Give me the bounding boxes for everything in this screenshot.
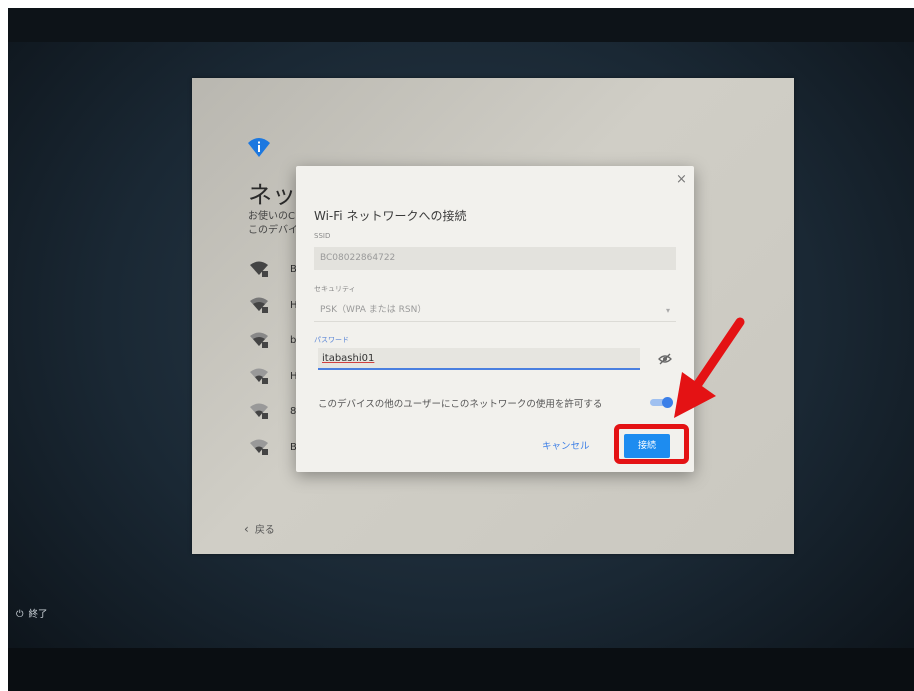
chevron-down-icon: ▾	[665, 306, 670, 315]
wifi-info-icon	[248, 138, 270, 157]
share-network-label: このデバイスの他のユーザーにこのネットワークの使用を許可する	[318, 399, 603, 410]
wifi-lock-icon	[250, 368, 268, 384]
power-icon: ⏻	[16, 609, 24, 620]
description-line-1: お使いのC	[248, 211, 295, 222]
password-label: パスワード	[314, 336, 349, 344]
highlight-box	[614, 424, 689, 464]
eye-off-icon[interactable]	[658, 352, 672, 366]
ssid-label: SSID	[314, 232, 331, 240]
wifi-lock-icon	[250, 403, 268, 419]
security-select: PSK（WPA または RSN） ▾	[314, 299, 676, 322]
security-label: セキュリティ	[314, 285, 356, 293]
chevron-left-icon: ‹	[244, 522, 249, 536]
page-description: お使いのC このデバイ	[248, 210, 298, 238]
dialog-title: Wi-Fi ネットワークへの接続	[314, 209, 467, 223]
ssid-field: BC08022864722	[314, 247, 676, 270]
share-network-toggle[interactable]	[650, 397, 674, 408]
page-title: ネッ	[248, 181, 296, 209]
password-input[interactable]	[318, 348, 640, 370]
wifi-lock-icon	[250, 261, 268, 277]
wifi-lock-icon	[250, 297, 268, 313]
description-line-2: このデバイ	[248, 225, 298, 236]
top-shade	[8, 8, 914, 42]
back-label: 戻る	[254, 525, 275, 536]
bottom-shade	[8, 648, 914, 691]
shutdown-button[interactable]: ⏻ 終了	[16, 606, 48, 620]
wifi-lock-icon	[250, 332, 268, 348]
security-value: PSK（WPA または RSN）	[320, 305, 427, 315]
back-button[interactable]: ‹ 戻る	[244, 521, 275, 536]
cancel-button[interactable]: キャンセル	[542, 438, 590, 452]
shutdown-label: 終了	[28, 609, 48, 620]
red-arrow-icon	[674, 317, 745, 418]
wifi-lock-icon	[250, 439, 268, 455]
close-icon[interactable]: ×	[676, 172, 687, 187]
